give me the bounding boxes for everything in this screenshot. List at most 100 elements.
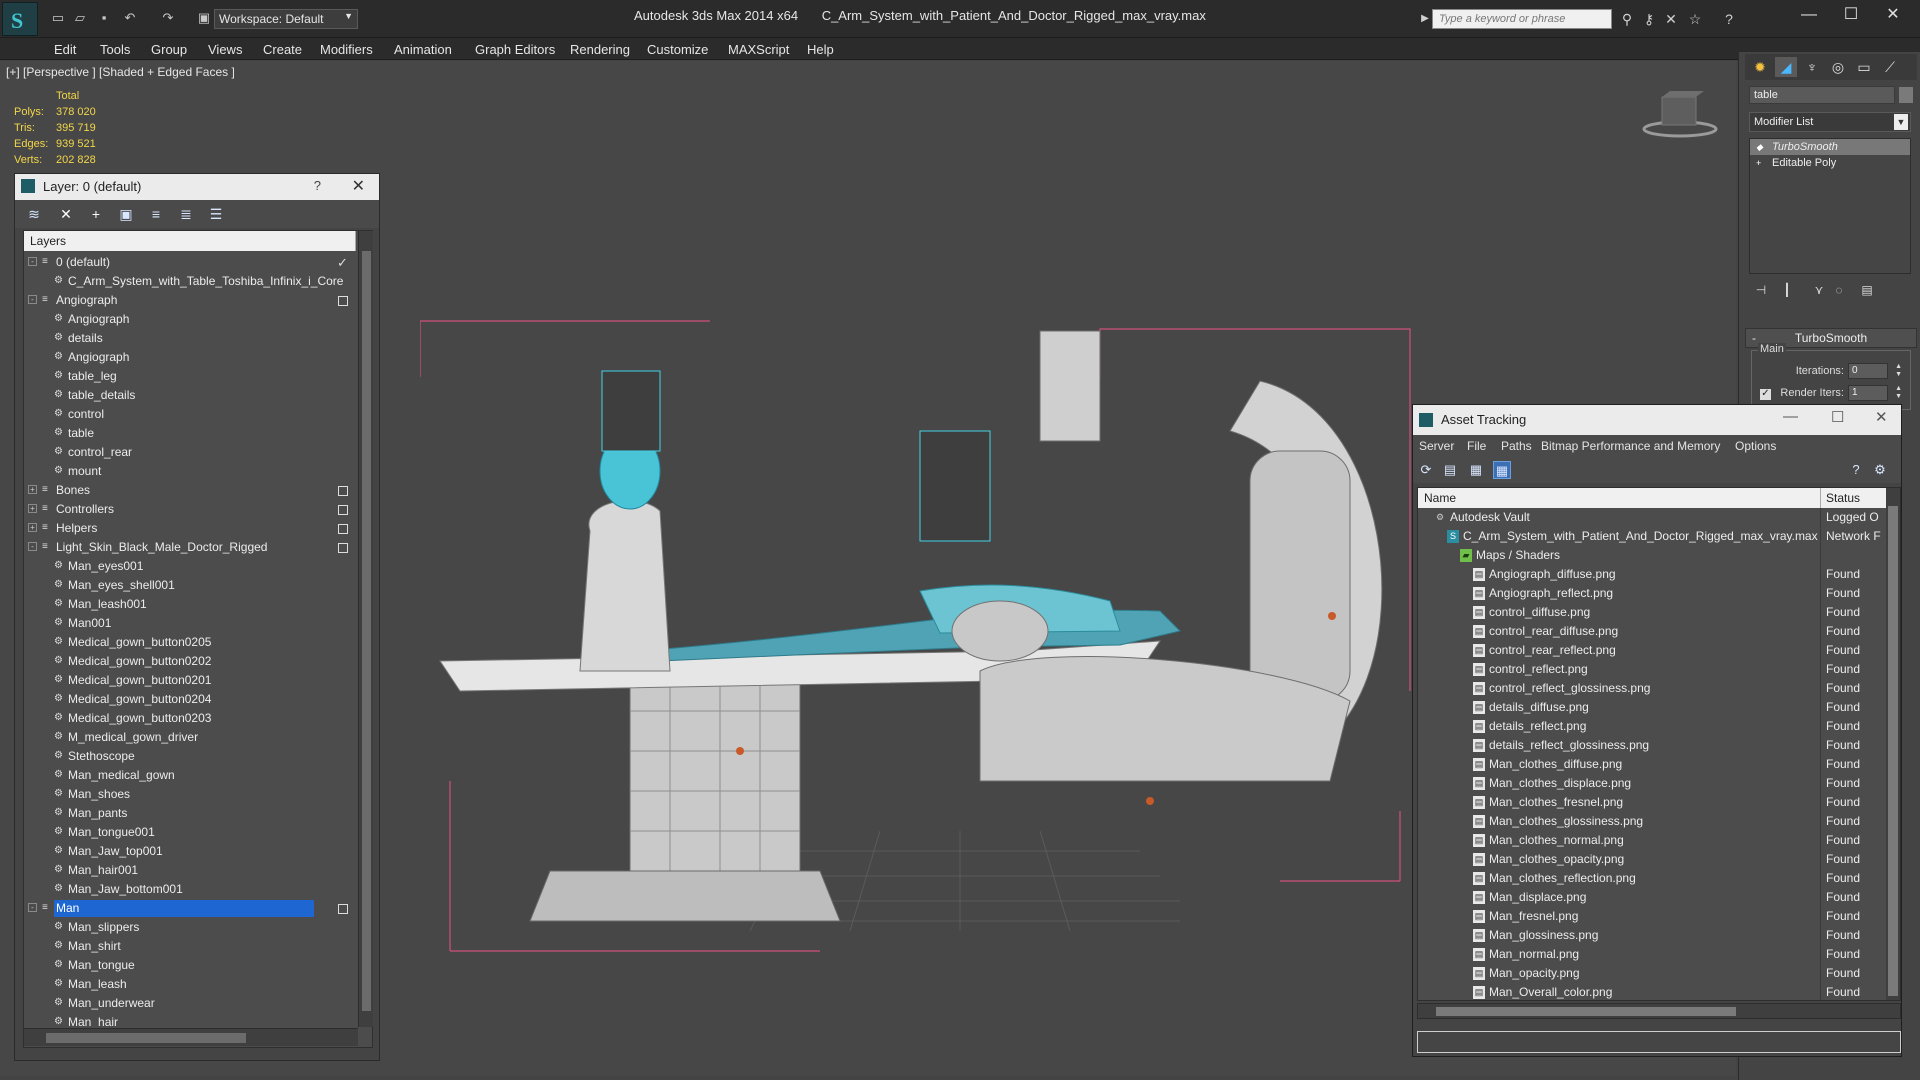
horizontal-scrollbar[interactable] xyxy=(1417,1003,1901,1019)
project-folder-icon[interactable]: ▣ xyxy=(196,11,212,25)
create-tab-icon[interactable]: ✹ xyxy=(1749,57,1771,77)
asset-row[interactable]: ▤ Man_opacity.png Found xyxy=(1418,964,1886,983)
asset-row[interactable]: ▤ Man_displace.png Found xyxy=(1418,888,1886,907)
close-icon[interactable]: ✕ xyxy=(1875,408,1888,426)
stack-item-editable-poly[interactable]: + Editable Poly xyxy=(1750,155,1910,171)
close-icon[interactable]: ✕ xyxy=(352,176,365,196)
layer-object-row[interactable]: ⚙ Man_slippers xyxy=(24,918,356,937)
iterations-input[interactable]: 0 xyxy=(1848,363,1888,379)
asset-row[interactable]: ⚙ Autodesk Vault Logged O xyxy=(1418,508,1886,527)
select-objects-icon[interactable]: ▣ xyxy=(117,205,135,223)
open-file-icon[interactable]: ▱ xyxy=(72,11,88,25)
asset-row[interactable]: ▤ Man_clothes_normal.png Found xyxy=(1418,831,1886,850)
asset-row[interactable]: ▤ details_reflect_glossiness.png Found xyxy=(1418,736,1886,755)
scrollbar-thumb[interactable] xyxy=(362,251,371,1011)
favorites-star-icon[interactable]: ☆ xyxy=(1686,10,1704,28)
expand-icon[interactable]: + xyxy=(28,504,37,513)
table-view-icon[interactable]: ▦ xyxy=(1493,461,1511,479)
detail-view-icon[interactable]: ▦ xyxy=(1467,461,1485,479)
show-end-result-icon[interactable]: ┃ xyxy=(1779,282,1795,298)
asset-row[interactable]: ▤ control_diffuse.png Found xyxy=(1418,603,1886,622)
set-current-layer-checkbox[interactable] xyxy=(338,505,348,515)
layer-object-row[interactable]: ⚙ details xyxy=(24,329,356,348)
redo-icon[interactable]: ↷ xyxy=(160,11,176,25)
viewport-label[interactable]: [+] [Perspective ] [Shaded + Edged Faces… xyxy=(6,65,235,79)
set-current-layer-checkbox[interactable] xyxy=(338,904,348,914)
layer-object-row[interactable]: ⚙ table_details xyxy=(24,386,356,405)
spinner-arrows-icon[interactable]: ▲ ▼ xyxy=(1895,385,1902,401)
delete-layer-icon[interactable]: ✕ xyxy=(57,205,75,223)
undo-icon[interactable]: ↶ xyxy=(122,11,138,25)
list-view-icon[interactable]: ▤ xyxy=(1441,461,1459,479)
maximize-icon[interactable]: ☐ xyxy=(1831,408,1844,426)
scrollbar-thumb[interactable] xyxy=(1436,1007,1736,1016)
make-unique-icon[interactable]: ⋎ xyxy=(1811,282,1827,298)
modify-tab-icon[interactable]: ◢ xyxy=(1775,57,1797,77)
menu-animation[interactable]: Animation xyxy=(394,42,452,57)
search-input[interactable]: Type a keyword or phrase xyxy=(1432,9,1612,29)
scrollbar-thumb[interactable] xyxy=(46,1033,246,1043)
layer-object-row[interactable]: ⚙ Man_tongue001 xyxy=(24,823,356,842)
collapse-icon[interactable]: - xyxy=(28,295,37,304)
menu-server[interactable]: Server xyxy=(1419,439,1454,453)
layer-object-row[interactable]: ⚙ Man_hair xyxy=(24,1013,356,1027)
layer-row[interactable]: + ≡ Helpers xyxy=(24,519,356,538)
asset-row[interactable]: ▤ control_reflect_glossiness.png Found xyxy=(1418,679,1886,698)
communication-icon[interactable]: ✕ xyxy=(1662,10,1680,28)
expand-plus-icon[interactable]: + xyxy=(1756,158,1764,168)
viewcube-icon[interactable] xyxy=(1640,89,1720,139)
asset-row[interactable]: S C_Arm_System_with_Patient_And_Doctor_Ri… xyxy=(1418,527,1886,546)
layer-object-row[interactable]: ⚙ Man_pants xyxy=(24,804,356,823)
asset-row[interactable]: ▤ Man_clothes_opacity.png Found xyxy=(1418,850,1886,869)
asset-row[interactable]: ▤ Man_normal.png Found xyxy=(1418,945,1886,964)
layer-object-row[interactable]: ⚙ table_leg xyxy=(24,367,356,386)
collapse-icon[interactable]: - xyxy=(28,542,37,551)
minimize-icon[interactable]: — xyxy=(1794,4,1824,26)
menu-create[interactable]: Create xyxy=(263,42,302,57)
asset-row[interactable]: ▤ control_rear_reflect.png Found xyxy=(1418,641,1886,660)
layer-object-row[interactable]: ⚙ Medical_gown_button0202 xyxy=(24,652,356,671)
help-icon[interactable]: ? xyxy=(1847,461,1865,479)
layer-row[interactable]: - ≡ Angiograph xyxy=(24,291,356,310)
menu-maxscript[interactable]: MAXScript xyxy=(728,42,789,57)
set-current-layer-checkbox[interactable] xyxy=(338,296,348,306)
layer-object-row[interactable]: ⚙ mount xyxy=(24,462,356,481)
menu-options[interactable]: Options xyxy=(1735,439,1776,453)
asset-row[interactable]: ▤ details_reflect.png Found xyxy=(1418,717,1886,736)
layer-object-row[interactable]: ⚙ Man_medical_gown xyxy=(24,766,356,785)
maximize-icon[interactable]: ☐ xyxy=(1836,4,1866,26)
spinner-arrows-icon[interactable]: ▲ ▼ xyxy=(1895,363,1902,379)
layer-object-row[interactable]: ⚙ control_rear xyxy=(24,443,356,462)
asset-row[interactable]: ▤ control_reflect.png Found xyxy=(1418,660,1886,679)
layer-row[interactable]: + ≡ Controllers xyxy=(24,500,356,519)
layer-object-row[interactable]: ⚙ Man_eyes_shell001 xyxy=(24,576,356,595)
hide-all-layers-icon[interactable]: ≣ xyxy=(177,205,195,223)
asset-row[interactable]: ▤ Man_Overall_color.png Found xyxy=(1418,983,1886,1000)
close-icon[interactable]: ✕ xyxy=(1878,4,1908,26)
menu-edit[interactable]: Edit xyxy=(54,42,76,57)
layer-row[interactable]: - ≡ 0 (default) ✓ xyxy=(24,253,356,272)
expand-icon[interactable]: + xyxy=(28,485,37,494)
binoculars-icon[interactable]: ⚲ xyxy=(1618,10,1636,28)
add-to-layer-icon[interactable]: + xyxy=(87,205,105,223)
layer-object-row[interactable]: ⚙ table xyxy=(24,424,356,443)
menu-group[interactable]: Group xyxy=(151,42,187,57)
freeze-all-layers-icon[interactable]: ☰ xyxy=(207,205,225,223)
layer-object-row[interactable]: ⚙ M_medical_gown_driver xyxy=(24,728,356,747)
save-file-icon[interactable]: ▪ xyxy=(96,11,112,25)
configure-modifier-sets-icon[interactable]: ▤ xyxy=(1859,282,1875,298)
layer-row[interactable]: + ≡ Bones xyxy=(24,481,356,500)
menu-modifiers[interactable]: Modifiers xyxy=(320,42,373,57)
utilities-tab-icon[interactable]: ⟋ xyxy=(1879,57,1901,77)
set-current-layer-checkbox[interactable] xyxy=(338,486,348,496)
menu-bitmap-performance[interactable]: Bitmap Performance and Memory xyxy=(1541,439,1720,453)
motion-tab-icon[interactable]: ◎ xyxy=(1827,57,1849,77)
menu-help[interactable]: Help xyxy=(807,42,834,57)
lightbulb-icon[interactable]: ◆ xyxy=(1756,142,1764,152)
expand-icon[interactable]: + xyxy=(28,523,37,532)
layer-object-row[interactable]: ⚙ Medical_gown_button0205 xyxy=(24,633,356,652)
layer-object-row[interactable]: ⚙ Stethoscope xyxy=(24,747,356,766)
layer-object-row[interactable]: ⚙ Man_Jaw_top001 xyxy=(24,842,356,861)
column-name[interactable]: Name xyxy=(1424,491,1456,505)
asset-row[interactable]: ▤ Man_glossiness.png Found xyxy=(1418,926,1886,945)
